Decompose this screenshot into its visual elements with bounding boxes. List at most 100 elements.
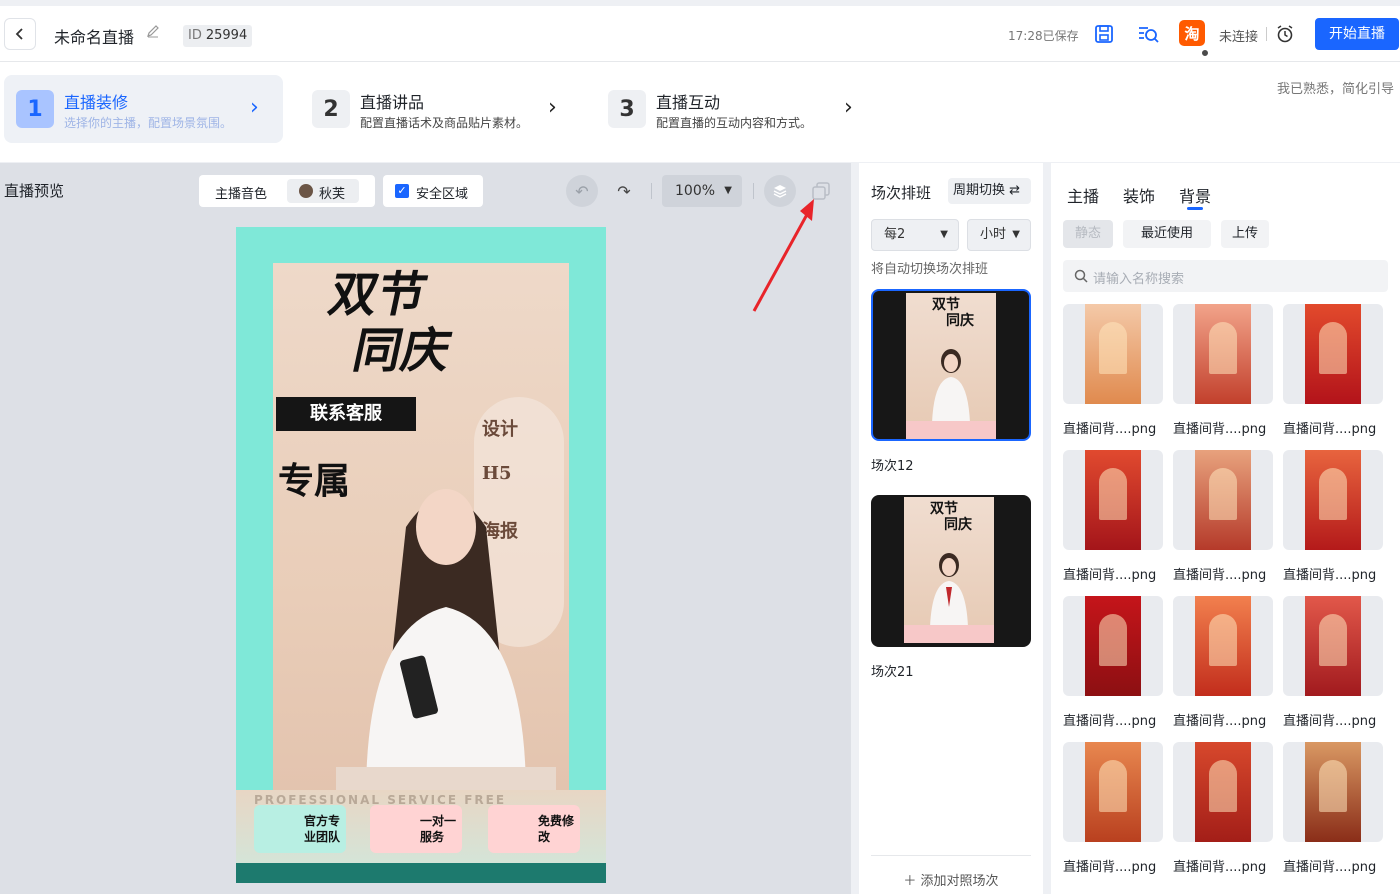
caret-down-icon: ▼: [724, 185, 732, 196]
asset-thumbnail[interactable]: [1283, 742, 1383, 842]
chevron-right-icon: ›: [548, 95, 557, 120]
asset-name: 直播间背....png: [1283, 568, 1377, 583]
search-icon: [1074, 269, 1088, 283]
tab-background[interactable]: 背景: [1179, 183, 1211, 207]
asset-thumbnail[interactable]: [1173, 304, 1273, 404]
safe-area-toggle[interactable]: ✓ 安全区域: [383, 175, 483, 207]
asset-thumbnail[interactable]: [1283, 304, 1383, 404]
step-2-products[interactable]: 2 直播讲品 配置直播话术及商品贴片素材。 ›: [300, 75, 580, 143]
add-scene-button[interactable]: ＋ 添加对照场次: [871, 855, 1031, 889]
cycle-switch-button[interactable]: 周期切换 ⇄: [948, 178, 1031, 204]
asset-item[interactable]: 直播间背....png: [1173, 742, 1273, 875]
save-icon[interactable]: [1091, 21, 1117, 47]
poster-footer-strip: [236, 863, 606, 883]
asset-name: 直播间背....png: [1173, 860, 1267, 875]
redo-button[interactable]: ↷: [608, 175, 640, 207]
host-avatar-image: [336, 489, 556, 797]
contact-badge: 联系客服: [276, 397, 416, 431]
start-live-button[interactable]: 开始直播: [1315, 18, 1399, 50]
active-tab-indicator: [1187, 207, 1203, 210]
preview-search-icon[interactable]: [1135, 21, 1161, 47]
asset-item[interactable]: 直播间背....png: [1283, 742, 1383, 875]
tab-host[interactable]: 主播: [1067, 183, 1099, 207]
asset-thumbnail[interactable]: [1063, 304, 1163, 404]
background-image: [1305, 742, 1361, 842]
asset-item[interactable]: 直播间背....png: [1173, 450, 1273, 583]
background-image: [1195, 304, 1251, 404]
tab-decoration[interactable]: 装饰: [1123, 183, 1155, 207]
asset-item[interactable]: 直播间背....png: [1283, 450, 1383, 583]
search-input[interactable]: 请输入名称搜索: [1093, 268, 1184, 287]
back-button[interactable]: [4, 18, 36, 50]
asset-thumbnail[interactable]: [1173, 450, 1273, 550]
asset-search[interactable]: 请输入名称搜索: [1063, 260, 1388, 292]
live-canvas[interactable]: 双节 同庆 联系客服 专属 设计 H5 海报 PROFESSIONAL SERV…: [236, 227, 606, 883]
connection-dot: [1200, 48, 1210, 58]
voice-chip[interactable]: 秋芙: [287, 179, 359, 203]
asset-name: 直播间背....png: [1063, 422, 1157, 437]
taobao-platform-icon[interactable]: 淘: [1179, 20, 1205, 46]
edit-title-icon[interactable]: [146, 24, 160, 42]
asset-thumbnail[interactable]: [1063, 596, 1163, 696]
asset-item[interactable]: 直播间背....png: [1063, 596, 1163, 729]
poster-title: 双节 同庆: [324, 267, 457, 379]
asset-thumbnail[interactable]: [1173, 742, 1273, 842]
divider: [651, 183, 652, 199]
asset-item[interactable]: 直播间背....png: [1173, 596, 1273, 729]
step-guide: 1 直播装修 选择你的主播，配置场景氛围。 › 2 直播讲品 配置直播话术及商品…: [0, 62, 1400, 162]
asset-item[interactable]: 直播间背....png: [1283, 304, 1383, 437]
assets-panel: 主播 装饰 背景 静态 最近使用 上传 请输入名称搜索 直播间背....png 直…: [1051, 163, 1400, 894]
scene-thumbnail: 双节 同庆: [904, 497, 994, 643]
undo-button[interactable]: ↶: [566, 175, 598, 207]
asset-item[interactable]: 直播间背....png: [1173, 304, 1273, 437]
feature-one-on-one: 一对一服务: [370, 805, 462, 853]
asset-thumbnail[interactable]: [1063, 450, 1163, 550]
simplify-guide-link[interactable]: 我已熟悉，简化引导: [1277, 78, 1394, 97]
asset-thumbnail[interactable]: [1063, 742, 1163, 842]
step-3-interaction[interactable]: 3 直播互动 配置直播的互动内容和方式。 ›: [596, 75, 876, 143]
voice-selector[interactable]: 主播音色 秋芙: [199, 175, 375, 207]
asset-item[interactable]: 直播间背....png: [1063, 742, 1163, 875]
asset-thumbnail[interactable]: [1283, 596, 1383, 696]
live-id-badge: ID 25994: [183, 25, 253, 47]
schedule-panel: 场次排班 周期切换 ⇄ 每2 ▼ 小时 ▼ 将自动切换场次排班 双节 同庆 场次…: [859, 163, 1043, 894]
chevron-right-icon: ›: [844, 95, 853, 120]
schedule-hint: 将自动切换场次排班: [871, 262, 989, 277]
asset-name: 直播间背....png: [1173, 422, 1267, 437]
filter-recent[interactable]: 最近使用: [1123, 220, 1211, 248]
unit-select[interactable]: 小时 ▼: [967, 219, 1031, 251]
asset-item[interactable]: 直播间背....png: [1063, 304, 1163, 437]
connection-status: 未连接: [1219, 30, 1259, 45]
background-image: [1305, 596, 1361, 696]
undo-icon: ↶: [575, 181, 589, 201]
asset-item[interactable]: 直播间背....png: [1283, 596, 1383, 729]
alarm-clock-icon[interactable]: [1274, 23, 1296, 45]
background-image: [1195, 596, 1251, 696]
filter-static[interactable]: 静态: [1063, 220, 1113, 248]
interval-select[interactable]: 每2 ▼: [871, 219, 959, 251]
scene-card-12[interactable]: 双节 同庆: [871, 289, 1031, 441]
checkbox-checked-icon[interactable]: ✓: [395, 184, 409, 198]
feature-official-team: 官方专业团队: [254, 805, 346, 853]
background-image: [1085, 742, 1141, 842]
scene-card-21[interactable]: 双节 同庆: [871, 495, 1031, 647]
feature-free-edit: 免费修改: [488, 805, 580, 853]
zoom-select[interactable]: 100% ▼: [662, 175, 742, 207]
scene-name: 场次21: [871, 665, 914, 680]
step-1-decoration[interactable]: 1 直播装修 选择你的主播，配置场景氛围。 ›: [4, 75, 283, 143]
background-image: [1195, 742, 1251, 842]
asset-name: 直播间背....png: [1173, 714, 1267, 729]
chevron-right-icon: ›: [250, 95, 259, 120]
background-image: [1085, 450, 1141, 550]
asset-item[interactable]: 直播间背....png: [1063, 450, 1163, 583]
asset-thumbnail[interactable]: [1173, 596, 1273, 696]
caret-down-icon: ▼: [940, 229, 948, 240]
asset-name: 直播间背....png: [1063, 860, 1157, 875]
filter-upload[interactable]: 上传: [1221, 220, 1269, 248]
background-image: [1085, 596, 1141, 696]
top-bar: 未命名直播 ID 25994 17:28已保存 淘 未连接 开始直播: [0, 0, 1400, 62]
avatar: [299, 184, 313, 198]
background-image: [1085, 304, 1141, 404]
asset-thumbnail[interactable]: [1283, 450, 1383, 550]
divider: [1266, 27, 1267, 41]
